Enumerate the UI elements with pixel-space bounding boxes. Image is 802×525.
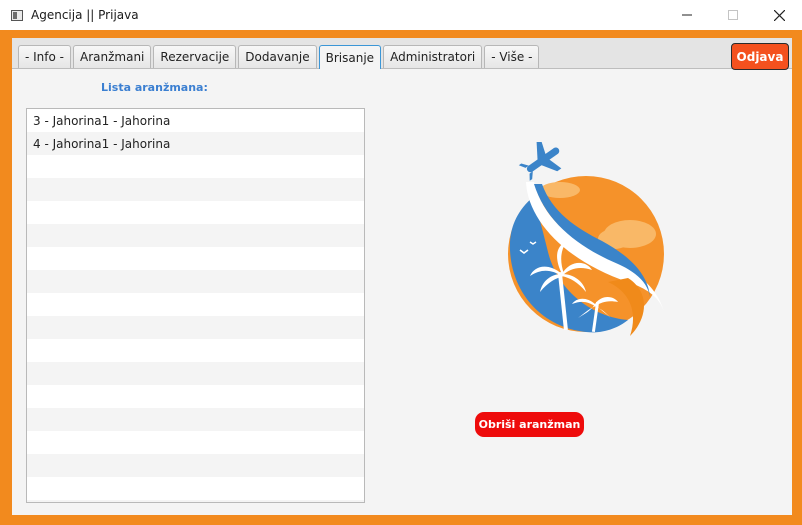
tab-vise[interactable]: - Više -	[484, 45, 540, 68]
tab-administratori[interactable]: Administratori	[383, 45, 483, 68]
empty-row	[27, 385, 364, 408]
empty-row	[27, 500, 364, 502]
title-bar: Agencija || Prijava	[0, 0, 802, 30]
main-content: - Info - Aranžmani Rezervacije Dodavanje…	[12, 38, 792, 515]
tabs: - Info - Aranžmani Rezervacije Dodavanje…	[18, 45, 540, 69]
minimize-icon	[682, 14, 692, 16]
empty-row	[27, 431, 364, 454]
empty-row	[27, 339, 364, 362]
logout-button[interactable]: Odjava	[731, 43, 789, 70]
maximize-button[interactable]	[710, 0, 756, 30]
app-icon	[11, 9, 23, 21]
arrangements-list[interactable]: 3 - Jahorina1 - Jahorina 4 - Jahorina1 -…	[26, 108, 365, 503]
empty-row	[27, 270, 364, 293]
list-title: Lista aranžmana:	[101, 81, 208, 94]
list-item[interactable]: 3 - Jahorina1 - Jahorina	[27, 109, 364, 132]
list-item[interactable]: 4 - Jahorina1 - Jahorina	[27, 132, 364, 155]
tab-rezervacije[interactable]: Rezervacije	[153, 45, 237, 68]
tab-bar: - Info - Aranžmani Rezervacije Dodavanje…	[12, 38, 792, 70]
empty-row	[27, 477, 364, 500]
empty-row	[27, 224, 364, 247]
empty-row	[27, 316, 364, 339]
empty-row	[27, 178, 364, 201]
tab-brisanje[interactable]: Brisanje	[318, 45, 382, 69]
empty-row	[27, 454, 364, 477]
travel-logo-icon	[508, 142, 664, 336]
window-title: Agencija || Prijava	[31, 8, 139, 22]
empty-row	[27, 293, 364, 316]
window-controls	[664, 0, 802, 30]
delete-arrangement-button[interactable]: Obriši aranžman	[475, 412, 584, 437]
tab-aranzmani[interactable]: Aranžmani	[73, 45, 152, 68]
close-icon	[773, 9, 785, 21]
minimize-button[interactable]	[664, 0, 710, 30]
maximize-icon	[728, 10, 738, 20]
empty-row	[27, 408, 364, 431]
tab-dodavanje[interactable]: Dodavanje	[238, 45, 317, 68]
empty-row	[27, 362, 364, 385]
empty-row	[27, 201, 364, 224]
empty-row	[27, 247, 364, 270]
tab-info[interactable]: - Info -	[18, 45, 71, 68]
close-button[interactable]	[756, 0, 802, 30]
empty-row	[27, 155, 364, 178]
